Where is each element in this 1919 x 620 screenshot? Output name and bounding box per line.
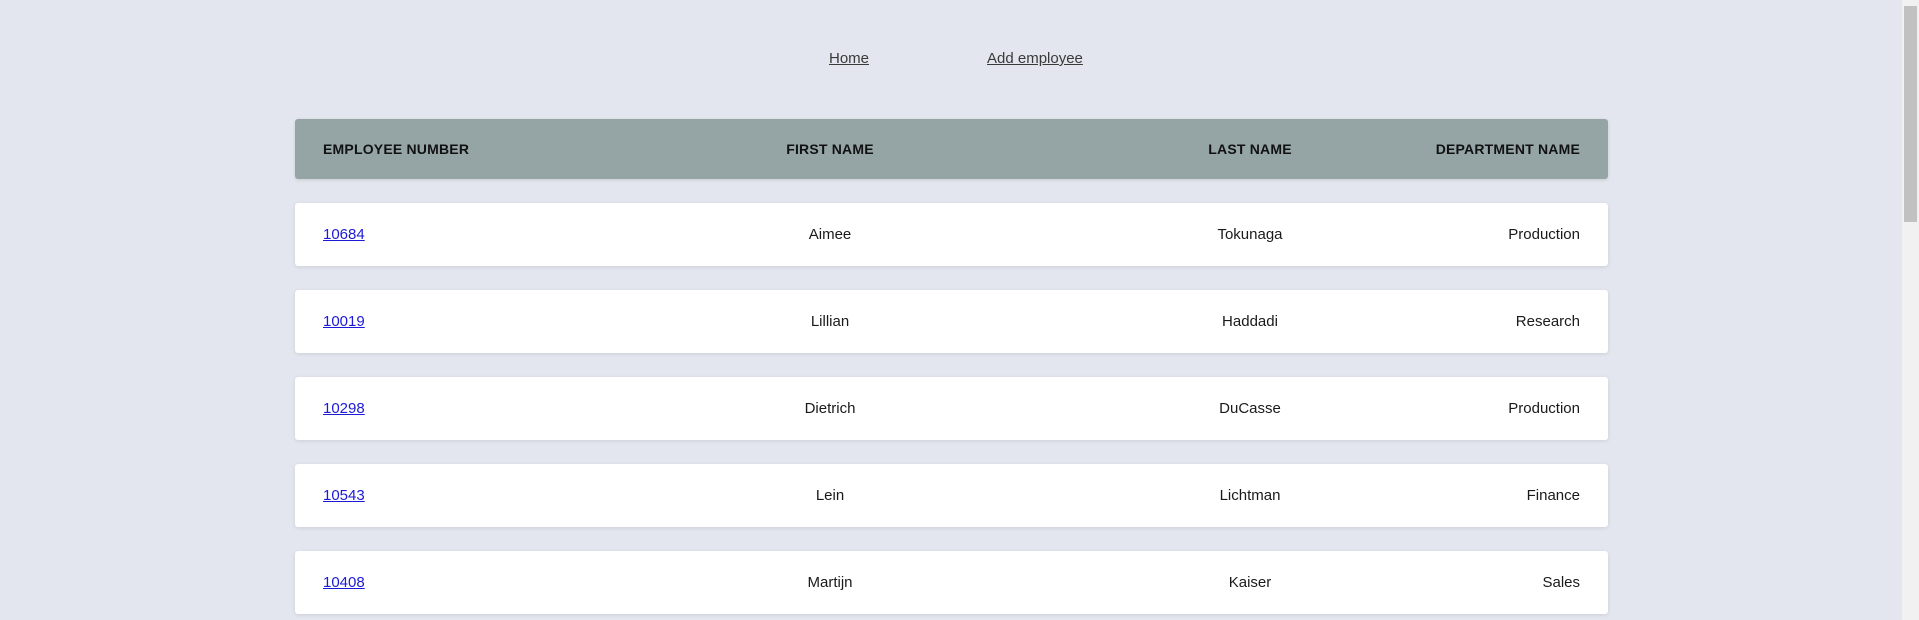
table-row: 10543 Lein Lichtman Finance (295, 464, 1608, 527)
employee-table: EMPLOYEE NUMBER FIRST NAME LAST NAME DEP… (295, 119, 1608, 614)
department-cell: Finance (1526, 487, 1580, 504)
table-header-row: EMPLOYEE NUMBER FIRST NAME LAST NAME DEP… (295, 119, 1608, 179)
department-cell: Production (1508, 400, 1580, 417)
vertical-scrollbar[interactable] (1902, 0, 1919, 620)
last-name-cell: Tokunaga (1217, 226, 1283, 243)
employee-list-page: Home Add employee EMPLOYEE NUMBER FIRST … (0, 0, 1919, 620)
nav-add-employee-link[interactable]: Add employee (987, 50, 1083, 67)
employee-number-link[interactable]: 10298 (323, 400, 365, 417)
header-department-name: DEPARTMENT NAME (1435, 141, 1580, 157)
last-name-cell: Kaiser (1228, 574, 1272, 591)
employee-number-cell: 10543 (323, 464, 365, 527)
nav-home-link[interactable]: Home (829, 50, 869, 67)
employee-number-link[interactable]: 10408 (323, 574, 365, 591)
scrollbar-thumb[interactable] (1904, 6, 1917, 222)
first-name-cell: Aimee (808, 226, 852, 243)
first-name-cell: Lillian (810, 313, 850, 330)
first-name-cell: Lein (815, 487, 845, 504)
table-row: 10684 Aimee Tokunaga Production (295, 203, 1608, 266)
last-name-cell: Haddadi (1222, 313, 1278, 330)
employee-number-cell: 10684 (323, 203, 365, 266)
top-nav: Home Add employee (0, 50, 1903, 70)
employee-number-cell: 10298 (323, 377, 365, 440)
table-row: 10298 Dietrich DuCasse Production (295, 377, 1608, 440)
first-name-cell: Martijn (807, 574, 853, 591)
department-cell: Sales (1542, 574, 1580, 591)
department-cell: Research (1515, 313, 1580, 330)
department-cell: Production (1508, 226, 1580, 243)
employee-number-link[interactable]: 10019 (323, 313, 365, 330)
table-row: 10019 Lillian Haddadi Research (295, 290, 1608, 353)
header-first-name: FIRST NAME (786, 141, 874, 157)
first-name-cell: Dietrich (804, 400, 856, 417)
header-employee-number: EMPLOYEE NUMBER (323, 141, 470, 157)
employee-number-cell: 10019 (323, 290, 365, 353)
employee-number-link[interactable]: 10684 (323, 226, 365, 243)
header-last-name: LAST NAME (1208, 141, 1292, 157)
last-name-cell: Lichtman (1219, 487, 1281, 504)
employee-number-cell: 10408 (323, 551, 365, 614)
last-name-cell: DuCasse (1219, 400, 1281, 417)
table-row: 10408 Martijn Kaiser Sales (295, 551, 1608, 614)
employee-number-link[interactable]: 10543 (323, 487, 365, 504)
